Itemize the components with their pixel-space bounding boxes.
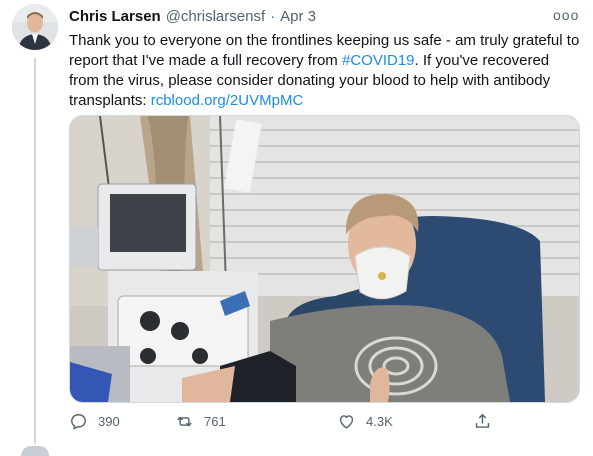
- tweet-actions: 390 761 4.3K: [69, 409, 509, 433]
- share-icon: [475, 413, 490, 428]
- header-separator: ·: [270, 8, 276, 25]
- avatar-column: [12, 4, 60, 50]
- retweet-count: 761: [204, 413, 226, 429]
- thread-line: [34, 58, 36, 444]
- avatar[interactable]: [12, 4, 58, 50]
- reply-count: 390: [98, 413, 120, 429]
- tweet-header: Chris Larsen @chrislarsensf · Apr 3: [69, 8, 316, 28]
- author-handle[interactable]: @chrislarsensf: [166, 8, 265, 25]
- tweet-text: Thank you to everyone on the frontlines …: [69, 31, 581, 111]
- like-count: 4.3K: [366, 413, 393, 429]
- like-button[interactable]: 4.3K: [337, 409, 393, 433]
- photo-donation-scene: [70, 116, 579, 402]
- retweet-icon: [177, 416, 192, 426]
- avatar-photo: [12, 4, 58, 50]
- more-icon[interactable]: ooo: [553, 6, 578, 24]
- tweet-photo[interactable]: [69, 115, 580, 403]
- reply-icon: [71, 413, 86, 429]
- tweet-date[interactable]: Apr 3: [280, 8, 316, 25]
- tweet-card[interactable]: Chris Larsen @chrislarsensf · Apr 3 ooo …: [0, 0, 593, 456]
- reply-button[interactable]: 390: [69, 409, 120, 433]
- share-button[interactable]: [473, 409, 492, 433]
- heart-icon: [339, 414, 354, 429]
- next-tweet-avatar: [21, 446, 49, 456]
- url-link[interactable]: rcblood.org/2UVMpMC: [151, 92, 304, 109]
- hashtag-link[interactable]: #COVID19: [342, 52, 415, 69]
- retweet-button[interactable]: 761: [175, 409, 226, 433]
- author-name[interactable]: Chris Larsen: [69, 8, 161, 25]
